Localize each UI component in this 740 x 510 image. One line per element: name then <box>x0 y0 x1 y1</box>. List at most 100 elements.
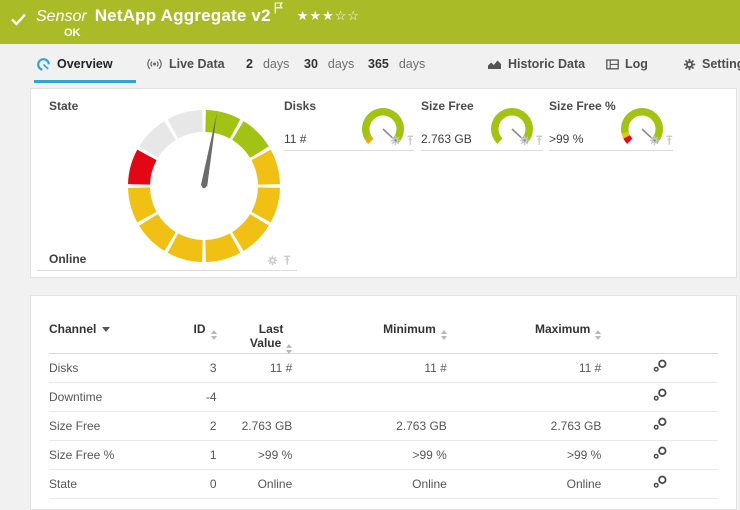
pin-icon[interactable] <box>535 135 543 146</box>
gear-icon[interactable] <box>519 135 530 146</box>
table-row: Size Free %1>99 %>99 %>99 % <box>49 441 718 470</box>
gauge-icon <box>36 57 51 72</box>
pin-icon[interactable] <box>406 135 414 146</box>
channel-settings-icon[interactable] <box>652 475 668 489</box>
gear-icon <box>683 58 696 71</box>
tab-number: 30 <box>304 57 318 71</box>
column-header-minimum[interactable]: Minimum <box>292 322 447 339</box>
tab-settings[interactable]: Settings <box>683 44 740 84</box>
cell-minimum: >99 % <box>292 448 447 462</box>
sort-icon <box>595 330 601 340</box>
tab-label: days <box>263 57 289 71</box>
channel-table-panel: ChannelIDLastValueMinimumMaximum Disks31… <box>30 295 737 510</box>
cell-id: 2 <box>161 419 217 433</box>
mini-gauge <box>489 106 535 157</box>
state-gauge <box>126 108 282 269</box>
channel-settings-icon[interactable] <box>652 388 668 402</box>
priority-flag-icon <box>274 1 283 19</box>
table-row: State0OnlineOnlineOnline <box>49 470 718 499</box>
cell-minimum: Online <box>292 477 447 491</box>
gauge-label: Size Free <box>421 99 474 113</box>
pin-icon[interactable] <box>283 255 291 266</box>
tab-30-days[interactable]: 30 days <box>304 44 354 84</box>
cell-maximum: Online <box>447 477 602 491</box>
column-header-channel[interactable]: Channel <box>49 322 161 336</box>
channel-settings-icon[interactable] <box>652 417 668 431</box>
tab-label: Log <box>625 57 648 71</box>
gauge-value: >99 % <box>549 132 583 146</box>
tab-label: Historic Data <box>508 57 585 71</box>
table-row: Disks311 #11 #11 # <box>49 354 718 383</box>
channel-settings-icon[interactable] <box>652 446 668 460</box>
sort-icon <box>286 344 292 354</box>
column-header-last_value[interactable]: LastValue <box>217 322 293 353</box>
cell-id: 1 <box>161 448 217 462</box>
tab-live-data[interactable]: Live Data <box>146 44 225 84</box>
tab-historic-data[interactable]: Historic Data <box>487 44 585 84</box>
divider <box>37 270 297 271</box>
column-header-maximum[interactable]: Maximum <box>447 322 602 339</box>
sensor-header: Sensor NetApp Aggregate v2 ★★★☆☆ OK <box>0 0 740 44</box>
tab-label: Settings <box>702 57 740 71</box>
cell-channel: Size Free <box>49 419 161 433</box>
overview-panel: State Online Disks11 #Size Free2.763 GBS… <box>30 88 737 278</box>
cell-maximum: >99 % <box>447 448 602 462</box>
tab-number: 365 <box>368 57 389 71</box>
cell-id: 0 <box>161 477 217 491</box>
tab-label: Live Data <box>169 57 225 71</box>
rating-stars[interactable]: ★★★☆☆ <box>297 8 360 24</box>
sort-icon <box>441 330 447 340</box>
tab-365-days[interactable]: 365 days <box>368 44 425 84</box>
cell-maximum: 2.763 GB <box>447 419 602 433</box>
chart-icon <box>487 59 502 70</box>
cell-id: 3 <box>161 361 217 375</box>
status-check-icon <box>11 13 26 26</box>
sort-icon <box>211 330 217 340</box>
tab-number: 2 <box>246 57 253 71</box>
log-icon <box>606 59 619 70</box>
cell-minimum: 2.763 GB <box>292 419 447 433</box>
gauge-cell-disks: Disks 11 # <box>284 89 414 151</box>
cell-maximum: 11 # <box>447 361 602 375</box>
cell-channel: Disks <box>49 361 161 375</box>
table-row: Downtime-4 <box>49 383 718 412</box>
tab-label: days <box>399 57 425 71</box>
channel-settings-icon[interactable] <box>652 359 668 373</box>
gauge-value: 2.763 GB <box>421 132 472 146</box>
gauge-cell-size-free-pct: Size Free % >99 % <box>549 89 673 151</box>
channel-table: ChannelIDLastValueMinimumMaximum Disks31… <box>31 296 736 499</box>
cell-last_value: Online <box>217 477 293 491</box>
gauge-label: Disks <box>284 99 316 113</box>
gauge-value: 11 # <box>284 132 306 146</box>
broadcast-icon <box>146 58 163 70</box>
cell-channel: State <box>49 477 161 491</box>
cell-channel: Size Free % <box>49 448 161 462</box>
gear-icon[interactable] <box>390 135 401 146</box>
sensor-type-label: Sensor <box>36 8 87 26</box>
tab-bar: Overview Live Data 2 days 30 days 365 days Histo… <box>0 44 740 84</box>
gear-icon[interactable] <box>267 255 278 266</box>
gear-icon[interactable] <box>649 135 660 146</box>
tab-label: Overview <box>57 57 113 71</box>
cell-last_value: 2.763 GB <box>217 419 293 433</box>
tab-log[interactable]: Log <box>606 44 648 84</box>
state-gauge-value: Online <box>49 252 86 266</box>
gauge-cell-size-free: Size Free 2.763 GB <box>421 89 543 151</box>
sensor-title: NetApp Aggregate v2 <box>95 6 271 26</box>
state-gauge-label: State <box>49 99 78 113</box>
sensor-status-text: OK <box>64 27 81 39</box>
cell-channel: Downtime <box>49 390 161 404</box>
mini-gauge <box>360 106 406 157</box>
cell-minimum: 11 # <box>292 361 447 375</box>
cell-id: -4 <box>161 390 217 404</box>
sort-desc-icon <box>102 327 110 332</box>
tab-overview[interactable]: Overview <box>36 44 113 84</box>
cell-last_value: 11 # <box>217 361 293 375</box>
table-row: Size Free22.763 GB2.763 GB2.763 GB <box>49 412 718 441</box>
column-header-id[interactable]: ID <box>161 322 217 339</box>
tab-label: days <box>328 57 354 71</box>
gauge-label: Size Free % <box>549 99 616 113</box>
pin-icon[interactable] <box>665 135 673 146</box>
mini-gauge <box>619 106 665 157</box>
tab-2-days[interactable]: 2 days <box>246 44 289 84</box>
